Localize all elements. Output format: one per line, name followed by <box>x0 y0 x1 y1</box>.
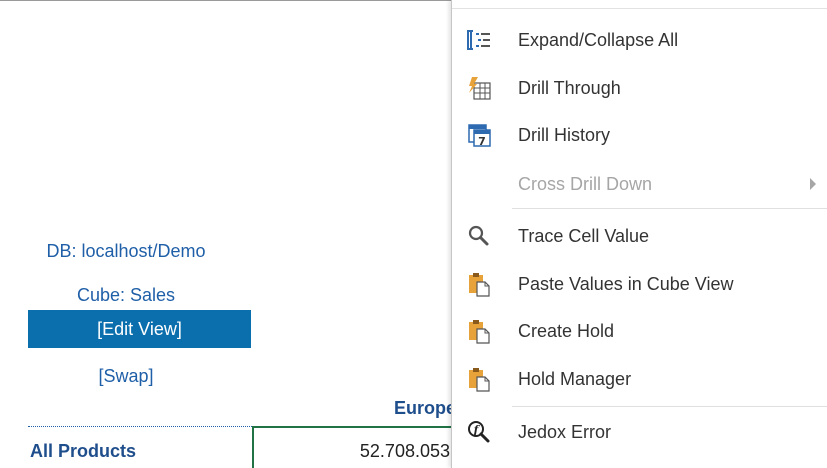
menu-item-trace-cell-value[interactable]: Trace Cell Value <box>452 214 822 258</box>
row-header-all-products[interactable]: All Products <box>30 441 136 462</box>
swap-link[interactable]: [Swap] <box>0 366 252 387</box>
menu-item-label: Expand/Collapse All <box>518 29 679 50</box>
menu-item-drill-through[interactable]: Drill Through <box>452 66 822 110</box>
menu-item-create-hold[interactable]: Create Hold <box>452 309 822 353</box>
sheet-border <box>0 0 460 1</box>
cube-label: Cube: Sales <box>76 285 176 305</box>
menu-item-cross-drill-down: Cross Drill Down <box>452 162 822 206</box>
menu-item-jedox-error[interactable]: f Jedox Error <box>452 410 822 454</box>
drill-history-icon: 7 <box>466 122 492 148</box>
edit-view-link[interactable]: [Edit View] <box>28 310 251 348</box>
db-label: DB: localhost/Demo <box>46 241 206 261</box>
menu-top-border <box>452 8 827 9</box>
submenu-arrow-icon <box>810 178 816 190</box>
menu-item-hold-manager[interactable]: Hold Manager <box>452 357 822 401</box>
menu-item-label: Drill Through <box>518 77 621 98</box>
menu-item-label: Trace Cell Value <box>518 225 650 246</box>
menu-separator <box>512 406 827 407</box>
menu-separator <box>512 208 827 209</box>
context-menu: Expand/Collapse All Drill Through 7 Dril… <box>451 0 827 468</box>
spreadsheet-window: DB: localhost/Demo Cube: Sales [Edit Vie… <box>0 0 827 468</box>
menu-item-paste-values-in-cube-view[interactable]: Paste Values in Cube View <box>452 262 822 306</box>
menu-item-drill-history[interactable]: 7 Drill History <box>452 113 822 157</box>
function-magnifier-icon: f <box>466 419 492 445</box>
menu-item-label: Drill History <box>518 124 610 145</box>
column-header-europe[interactable]: Europe <box>300 398 456 419</box>
search-icon <box>466 223 492 249</box>
menu-item-label: Jedox Error <box>518 421 612 442</box>
clipboard-paste-icon <box>466 318 492 344</box>
clipboard-paste-icon <box>466 271 492 297</box>
edit-view-label: [Edit View] <box>97 318 182 339</box>
menu-item-label: Hold Manager <box>518 368 632 389</box>
menu-item-label: Paste Values in Cube View <box>518 273 734 294</box>
menu-item-label: Cross Drill Down <box>518 173 653 194</box>
cell-value: 52.708.053 <box>359 441 450 461</box>
drill-through-icon <box>466 75 492 101</box>
menu-item-expand-collapse-all[interactable]: Expand/Collapse All <box>452 18 822 62</box>
menu-item-label: Create Hold <box>518 320 615 341</box>
drill-history-icon-number: 7 <box>478 135 486 148</box>
clipboard-paste-icon <box>466 366 492 392</box>
expand-collapse-icon <box>466 27 492 53</box>
